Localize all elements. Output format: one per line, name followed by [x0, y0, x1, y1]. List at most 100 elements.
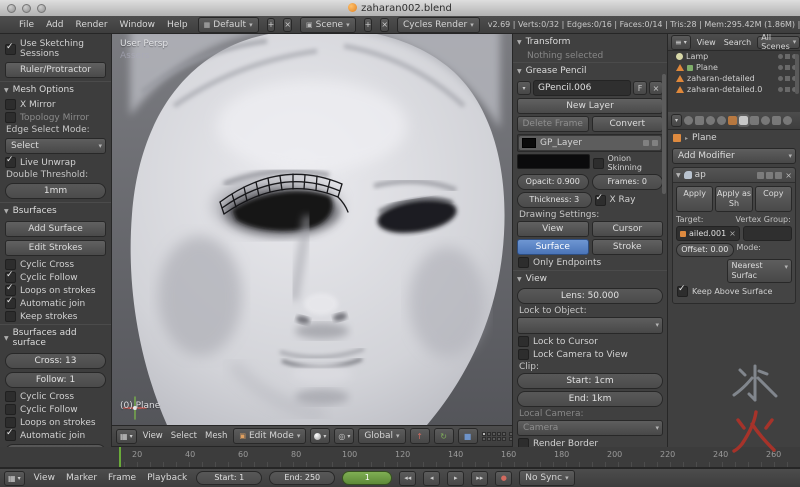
jump-to-start-button[interactable]: ◂◂: [399, 471, 416, 486]
outliner-scope-dropdown[interactable]: All Scenes▾: [757, 36, 800, 49]
play-button[interactable]: ▸: [447, 471, 464, 486]
selectability-icon[interactable]: [785, 54, 790, 59]
add-automatic-join-checkbox[interactable]: Automatic join: [5, 430, 106, 441]
timeline-editor-icon[interactable]: ▦▾: [4, 471, 25, 486]
layout-delete-button[interactable]: ×: [283, 18, 292, 32]
screen-layout-dropdown[interactable]: ▦Default▾: [198, 17, 259, 33]
timeline-menu-marker[interactable]: Marker: [64, 473, 99, 483]
visibility-icon[interactable]: [778, 76, 783, 81]
selectability-icon[interactable]: [785, 65, 790, 70]
modifier-delete-icon[interactable]: ×: [785, 171, 792, 180]
menu-render[interactable]: Render: [74, 20, 110, 30]
unlink-button[interactable]: ×: [649, 81, 663, 95]
target-field[interactable]: ailed.001×: [676, 226, 740, 241]
mode-dropdown[interactable]: Nearest Surfac: [727, 259, 793, 283]
delete-frame-button[interactable]: Delete Frame: [517, 116, 589, 132]
apply-as-shape-button[interactable]: Apply as Sh: [715, 186, 752, 212]
draw-cursor-button[interactable]: Cursor: [592, 221, 664, 237]
topology-mirror-checkbox[interactable]: Topology Mirror: [5, 112, 106, 123]
only-endpoints-checkbox[interactable]: Only Endpoints: [518, 257, 662, 268]
offset-field[interactable]: Offset: 0.00: [676, 243, 734, 257]
scene-delete-button[interactable]: ×: [380, 18, 389, 32]
clear-target-icon[interactable]: ×: [729, 229, 736, 238]
x-mirror-checkbox[interactable]: X Mirror: [5, 99, 106, 110]
menu-window[interactable]: Window: [118, 20, 158, 30]
timeline-menu-playback[interactable]: Playback: [145, 473, 189, 483]
layout-add-button[interactable]: +: [267, 18, 276, 32]
copy-button[interactable]: Copy: [755, 186, 792, 212]
onion-skinning-checkbox[interactable]: Onion Skinning: [593, 154, 664, 172]
frame-start-field[interactable]: Start: 1: [196, 471, 262, 485]
fake-user-button[interactable]: F: [633, 81, 647, 95]
outliner-item-lamp[interactable]: Lamp: [668, 51, 800, 62]
automatic-join-checkbox[interactable]: Automatic join: [5, 298, 106, 309]
manipulator-scale-icon[interactable]: ■: [458, 428, 478, 444]
outliner-editor-icon[interactable]: ≡▾: [671, 35, 691, 50]
layer-hide-icon[interactable]: [652, 140, 658, 146]
render-border-checkbox[interactable]: Render Border: [518, 438, 662, 447]
lens-slider[interactable]: Lens: 50.000: [517, 288, 663, 304]
draw-stroke-button[interactable]: Stroke: [592, 239, 664, 255]
draw-surface-button[interactable]: Surface: [517, 239, 589, 255]
jump-to-end-button[interactable]: ▸▸: [471, 471, 488, 486]
bsurfaces-add-panel-header[interactable]: Bsurfaces add surface: [0, 324, 111, 350]
outliner-item-zaharan-detailed-0[interactable]: zaharan-detailed.0: [668, 84, 800, 95]
local-camera-field[interactable]: Camera: [517, 420, 663, 436]
double-threshold-field[interactable]: 1mm: [5, 183, 106, 199]
outliner-menu-search[interactable]: Search: [722, 38, 753, 47]
timeline-menu-view[interactable]: View: [32, 473, 57, 483]
outliner-menu-view[interactable]: View: [695, 38, 718, 47]
render-layers-tab-icon[interactable]: [695, 116, 704, 125]
editor-type-icon[interactable]: ▦▾: [116, 429, 137, 444]
live-unwrap-checkbox[interactable]: Live Unwrap: [5, 157, 106, 168]
sync-dropdown[interactable]: No Sync▾: [519, 470, 574, 486]
cyclic-follow-checkbox[interactable]: Cyclic Follow: [5, 272, 106, 283]
vertex-group-field[interactable]: [743, 226, 792, 241]
modifier-header[interactable]: ▼ ap ×: [673, 168, 795, 183]
stroke-color-swatch[interactable]: [517, 154, 590, 169]
apply-button[interactable]: Apply: [676, 186, 713, 212]
current-frame-field[interactable]: 1: [342, 471, 392, 485]
frames-field[interactable]: Frames: 0: [592, 174, 664, 190]
add-surface-button[interactable]: Add Surface: [5, 221, 106, 237]
lock-object-field[interactable]: [517, 317, 663, 334]
properties-editor-icon[interactable]: ▾: [671, 114, 682, 127]
mod-view-toggle-icon[interactable]: [766, 172, 773, 179]
clip-end-slider[interactable]: End: 1km: [517, 391, 663, 407]
visibility-icon[interactable]: [778, 54, 783, 59]
bsurfaces-panel-header[interactable]: Bsurfaces: [0, 202, 111, 218]
manipulator-translate-icon[interactable]: ↑: [410, 428, 430, 444]
physics-tab-icon[interactable]: [783, 116, 792, 125]
world-tab-icon[interactable]: [717, 116, 726, 125]
material-tab-icon[interactable]: [761, 116, 770, 125]
play-reverse-button[interactable]: ◂: [423, 471, 440, 486]
menu-add[interactable]: Add: [44, 20, 65, 30]
properties-scrollbar[interactable]: [662, 74, 666, 194]
new-layer-button[interactable]: New Layer: [517, 98, 663, 114]
viewport-3d[interactable]: User Persp Assers (0) Plane: [112, 34, 512, 425]
modifiers-tab-icon[interactable]: [739, 116, 748, 125]
mod-edit-toggle-icon[interactable]: [775, 172, 782, 179]
shading-dropdown[interactable]: ▾: [310, 428, 330, 444]
frame-end-field[interactable]: End: 250: [269, 471, 335, 485]
titlebar[interactable]: zaharan002.blend: [0, 0, 800, 17]
viewport-menu-view[interactable]: View: [141, 431, 165, 441]
edge-select-mode-dropdown[interactable]: Select: [5, 138, 106, 154]
scene-add-button[interactable]: +: [364, 18, 373, 32]
manipulator-rotate-icon[interactable]: ↻: [434, 428, 454, 444]
lock-camera-checkbox[interactable]: Lock Camera to View: [518, 349, 662, 360]
texture-tab-icon[interactable]: [772, 116, 781, 125]
add-cyclic-cross-checkbox[interactable]: Cyclic Cross: [5, 391, 106, 402]
pivot-dropdown[interactable]: ◎▾: [334, 428, 354, 444]
outliner-item-plane[interactable]: Plane: [668, 62, 800, 73]
gp-layer-row[interactable]: GP_Layer: [519, 136, 661, 150]
outliner-scrollbar[interactable]: [795, 54, 799, 94]
selectability-icon[interactable]: [785, 76, 790, 81]
viewport-menu-mesh[interactable]: Mesh: [203, 431, 229, 441]
current-frame-marker[interactable]: [119, 447, 121, 467]
thickness-slider[interactable]: Thickness: 3: [517, 192, 592, 208]
add-cyclic-follow-checkbox[interactable]: Cyclic Follow: [5, 404, 106, 415]
render-engine-dropdown[interactable]: Cycles Render▾: [397, 17, 480, 33]
keep-above-surface-checkbox[interactable]: Keep Above Surface: [677, 286, 791, 297]
ruler-protractor-button[interactable]: Ruler/Protractor: [5, 62, 106, 78]
